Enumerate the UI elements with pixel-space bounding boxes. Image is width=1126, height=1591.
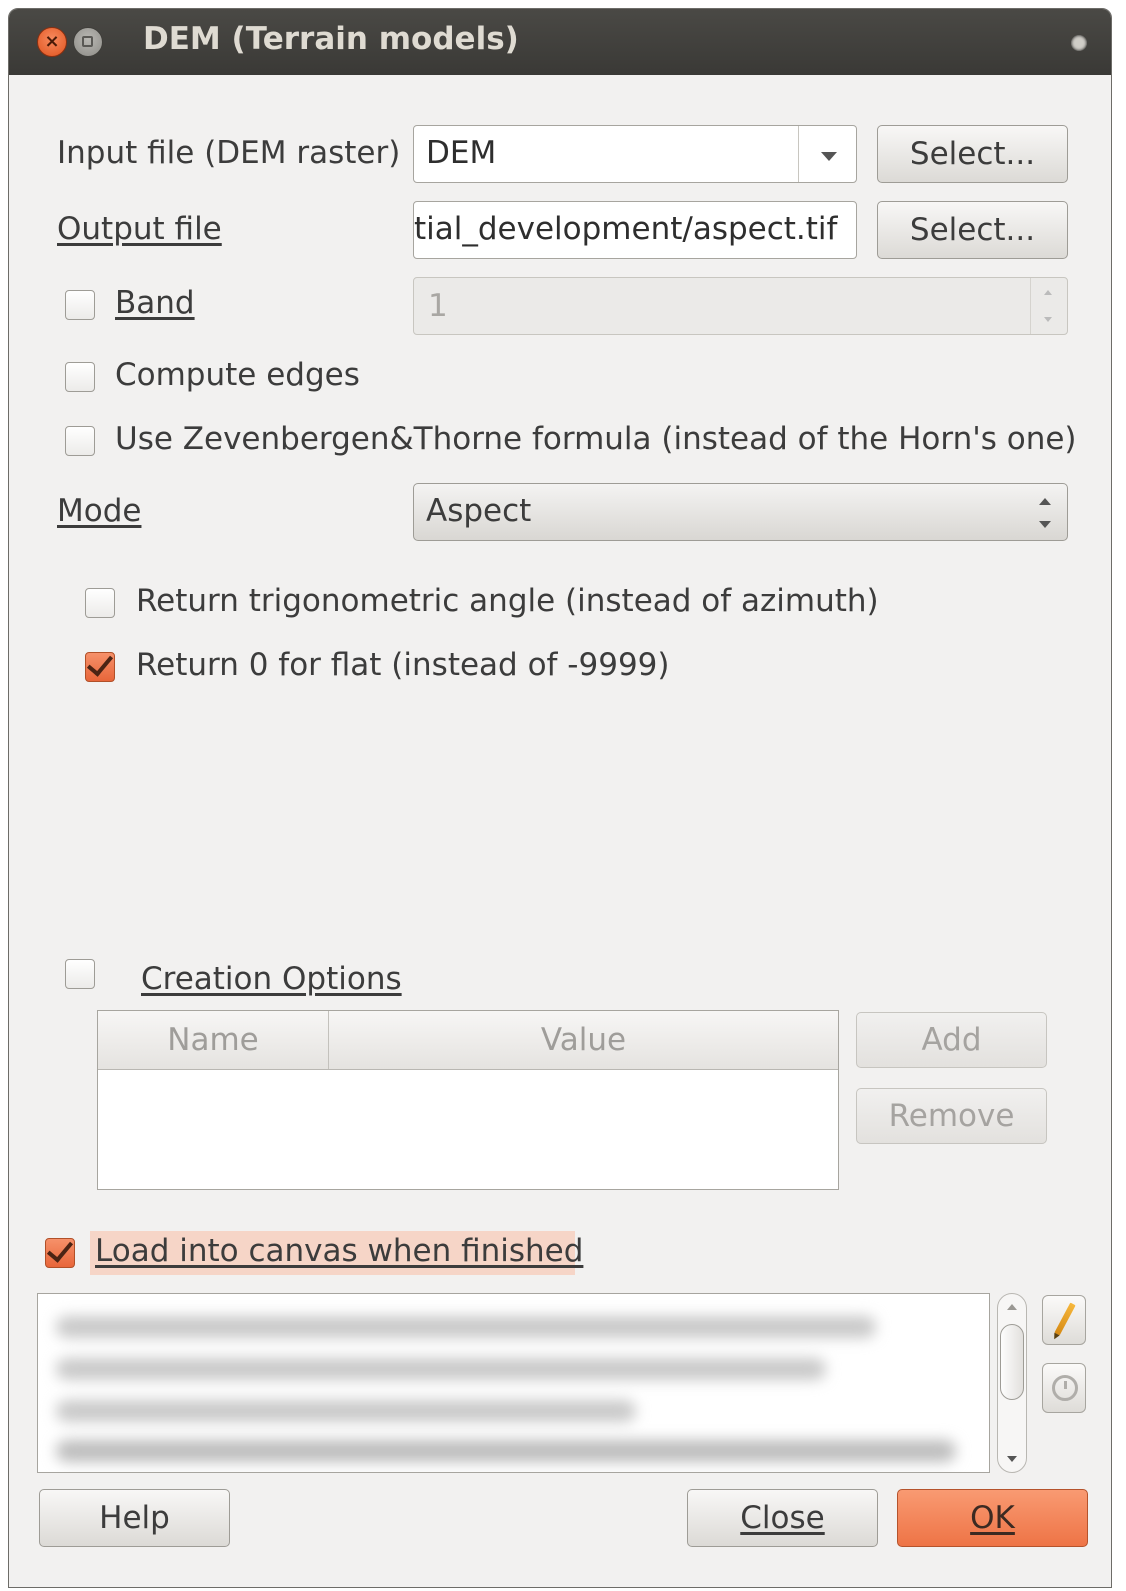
column-header-value[interactable]: Value xyxy=(329,1011,838,1069)
log-scrollbar[interactable] xyxy=(997,1293,1027,1473)
chevron-down-icon[interactable] xyxy=(798,126,856,182)
output-file-value: tial_development/aspect.tif xyxy=(414,211,838,247)
reset-command-button[interactable] xyxy=(1042,1363,1086,1413)
window-menu-icon[interactable] xyxy=(1071,35,1087,51)
command-log[interactable] xyxy=(37,1293,990,1473)
dem-dialog: × DEM (Terrain models) Input file (DEM r… xyxy=(8,8,1112,1588)
clock-icon xyxy=(1052,1375,1078,1401)
load-canvas-checkbox[interactable] xyxy=(45,1238,75,1268)
remove-option-button[interactable]: Remove xyxy=(856,1088,1047,1144)
compute-edges-checkbox[interactable] xyxy=(65,362,95,392)
band-label: Band xyxy=(115,285,195,321)
trig-angle-checkbox[interactable] xyxy=(85,588,115,618)
table-header: Name Value xyxy=(98,1011,838,1070)
ok-button[interactable]: OK xyxy=(897,1489,1088,1547)
column-header-name[interactable]: Name xyxy=(98,1011,329,1069)
input-file-select-button[interactable]: Select... xyxy=(877,125,1068,183)
scroll-up-icon[interactable] xyxy=(1007,1304,1017,1310)
help-button[interactable]: Help xyxy=(39,1489,230,1547)
blurred-text-line xyxy=(56,1358,826,1380)
updown-arrows-icon xyxy=(1039,498,1051,528)
blurred-text-line xyxy=(56,1440,956,1462)
close-button[interactable]: Close xyxy=(687,1489,878,1547)
compute-edges-label: Compute edges xyxy=(115,357,360,393)
close-icon: × xyxy=(44,31,60,52)
title-bar: × DEM (Terrain models) xyxy=(9,9,1111,75)
load-canvas-label: Load into canvas when finished xyxy=(95,1233,584,1269)
blurred-text-line xyxy=(56,1316,876,1338)
band-checkbox[interactable] xyxy=(65,290,95,320)
zevenbergen-label: Use Zevenbergen&Thorne formula (instead … xyxy=(115,421,1077,457)
input-file-label-text: Input file (DEM raster) xyxy=(57,135,401,171)
edit-command-button[interactable] xyxy=(1042,1295,1086,1345)
blurred-text-line xyxy=(56,1400,636,1422)
window-close-button[interactable]: × xyxy=(37,27,67,57)
mode-value: Aspect xyxy=(426,493,532,529)
zero-flat-label: Return 0 for flat (instead of -9999) xyxy=(136,647,670,683)
band-value: 1 xyxy=(428,288,448,324)
input-file-combo[interactable]: DEM xyxy=(413,125,857,183)
scroll-down-icon[interactable] xyxy=(1007,1456,1017,1462)
scroll-thumb[interactable] xyxy=(1000,1324,1024,1400)
creation-options-table[interactable]: Name Value xyxy=(97,1010,839,1190)
band-spin-arrows xyxy=(1030,278,1067,334)
output-file-input[interactable]: tial_development/aspect.tif xyxy=(413,201,857,259)
mode-label: Mode xyxy=(57,493,142,529)
output-file-select-button[interactable]: Select... xyxy=(877,201,1068,259)
input-file-value: DEM xyxy=(426,135,497,171)
creation-options-label: Creation Options xyxy=(141,961,402,997)
pencil-icon xyxy=(1054,1302,1076,1336)
add-option-button[interactable]: Add xyxy=(856,1012,1047,1068)
window-minimize-button[interactable] xyxy=(73,27,103,57)
zevenbergen-checkbox[interactable] xyxy=(65,426,95,456)
window-title: DEM (Terrain models) xyxy=(143,21,519,57)
zero-flat-checkbox[interactable] xyxy=(85,652,115,682)
mode-select[interactable]: Aspect xyxy=(413,483,1068,541)
trig-angle-label: Return trigonometric angle (instead of a… xyxy=(136,583,879,619)
creation-options-checkbox[interactable] xyxy=(65,959,95,989)
band-spinbox: 1 xyxy=(413,277,1068,335)
input-file-label: Input file (DEM raster) xyxy=(57,135,400,171)
output-file-label: Output file xyxy=(57,211,222,247)
